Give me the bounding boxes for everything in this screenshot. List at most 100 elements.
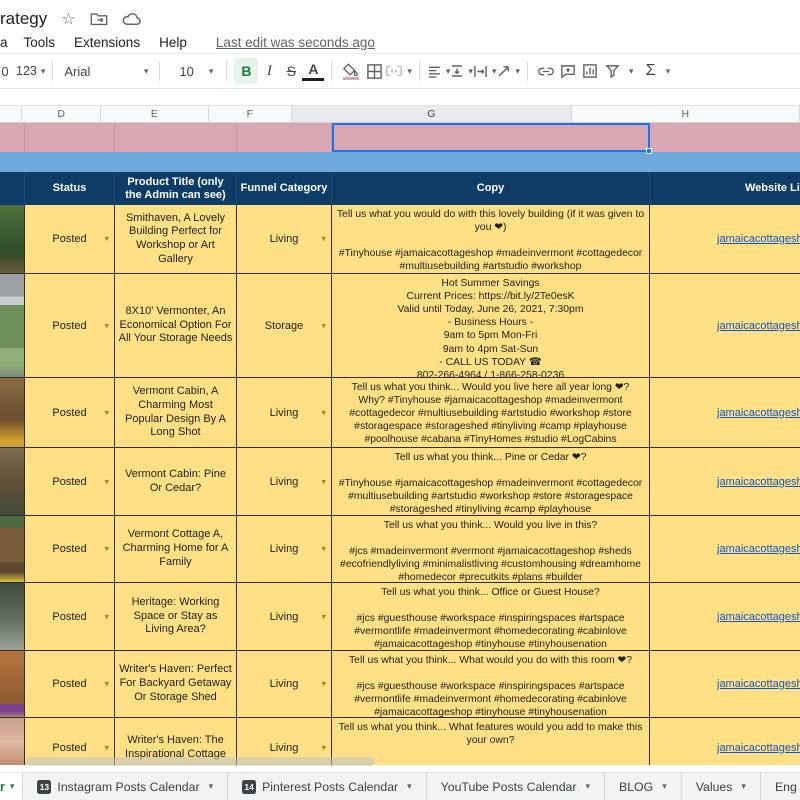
copy-cell[interactable]: Tell us what you would do with this love…: [332, 205, 650, 274]
column-header[interactable]: H: [572, 106, 800, 122]
chevron-down-icon[interactable]: ▾: [666, 66, 671, 77]
funnel-category-cell[interactable]: Living ▾: [237, 583, 332, 651]
website-link[interactable]: jamaicacottagesh: [717, 742, 800, 754]
website-link-cell[interactable]: jamaicacottagesh: [650, 378, 800, 448]
header-cell-website-link[interactable]: Website Lin: [650, 172, 800, 205]
status-cell[interactable]: Posted ▾: [25, 378, 115, 448]
dropdown-arrow-icon[interactable]: ▾: [104, 234, 109, 245]
column-header[interactable]: E: [101, 106, 209, 122]
sheet-tab[interactable]: YouTube Posts Calendar ▾: [425, 773, 604, 800]
text-wrap-icon[interactable]: ▾: [473, 58, 497, 84]
website-link-cell[interactable]: jamaicacottagesh: [650, 448, 800, 516]
status-cell[interactable]: Posted ▾: [25, 583, 115, 651]
active-sheet-tab-partial[interactable]: r ▾: [0, 773, 23, 800]
thumbnail-cell[interactable]: [0, 205, 25, 274]
menu-data-partial[interactable]: a: [0, 35, 8, 50]
thumbnail-cell[interactable]: [0, 583, 25, 651]
website-link[interactable]: jamaicacottagesh: [717, 233, 800, 245]
chevron-down-icon[interactable]: ▾: [741, 781, 746, 792]
strikethrough-button[interactable]: S: [280, 58, 302, 84]
horizontal-scrollbar[interactable]: [25, 757, 375, 766]
header-cell-status[interactable]: Status: [25, 172, 115, 205]
website-link[interactable]: jamaicacottagesh: [717, 320, 800, 332]
copy-cell[interactable]: Tell us what you think... Pine or Cedar …: [332, 448, 650, 516]
column-header-corner[interactable]: [0, 106, 23, 122]
cell[interactable]: [237, 123, 332, 152]
sheet-tab[interactable]: Values ▾: [680, 773, 760, 800]
dropdown-arrow-icon[interactable]: ▾: [104, 476, 109, 487]
column-header[interactable]: G: [292, 106, 572, 122]
dropdown-arrow-icon[interactable]: ▾: [321, 476, 326, 487]
chevron-down-icon[interactable]: ▾: [585, 781, 590, 792]
insert-chart-icon[interactable]: [579, 58, 601, 84]
decrease-decimal-icon[interactable]: 0: [0, 58, 16, 84]
header-cell-funnel-category[interactable]: Funnel Category: [237, 172, 332, 205]
funnel-category-cell[interactable]: Storage ▾: [237, 274, 332, 378]
chevron-down-icon[interactable]: ▾: [629, 66, 634, 77]
blue-banner-row[interactable]: [0, 152, 800, 172]
copy-cell[interactable]: Tell us what you think... Would you live…: [332, 516, 650, 583]
insert-comment-icon[interactable]: [557, 58, 579, 84]
thumbnail-cell[interactable]: [0, 448, 25, 516]
status-cell[interactable]: Posted ▾: [25, 516, 115, 583]
dropdown-arrow-icon[interactable]: ▾: [104, 544, 109, 555]
cell[interactable]: [650, 123, 800, 152]
functions-button[interactable]: Σ: [640, 58, 662, 84]
sheet-tab[interactable]: BLOG ▾: [604, 773, 681, 800]
website-link-cell[interactable]: jamaicacottagesh: [650, 205, 800, 274]
thumbnail-cell[interactable]: [0, 274, 25, 378]
sheet-tab[interactable]: Eng ▾: [759, 773, 800, 800]
dropdown-arrow-icon[interactable]: ▾: [321, 407, 326, 418]
dropdown-arrow-icon[interactable]: ▾: [104, 611, 109, 622]
website-link[interactable]: jamaicacottagesh: [717, 543, 800, 555]
dropdown-arrow-icon[interactable]: ▾: [321, 320, 326, 331]
insert-link-icon[interactable]: [535, 58, 557, 84]
thumbnail-cell[interactable]: [0, 516, 25, 583]
website-link[interactable]: jamaicacottagesh: [717, 476, 800, 488]
dropdown-arrow-icon[interactable]: ▾: [104, 742, 109, 753]
dropdown-arrow-icon[interactable]: ▾: [321, 742, 326, 753]
header-cell-image[interactable]: [0, 172, 25, 205]
font-size-select[interactable]: 10 ▾: [173, 58, 219, 84]
website-link[interactable]: jamaicacottagesh: [717, 407, 800, 419]
copy-cell[interactable]: Hot Summer Savings Current Prices: https…: [332, 274, 650, 378]
sheet-tab[interactable]: 13 Instagram Posts Calendar ▾: [22, 773, 227, 800]
dropdown-arrow-icon[interactable]: ▾: [104, 679, 109, 690]
funnel-category-cell[interactable]: Living ▾: [237, 651, 332, 718]
italic-button[interactable]: I: [258, 58, 280, 84]
product-title-cell[interactable]: Vermont Cabin: Pine Or Cedar?: [115, 448, 237, 516]
vertical-align-icon[interactable]: ▾: [450, 58, 473, 84]
number-format-button[interactable]: 123 ▾: [16, 58, 45, 84]
menu-tools[interactable]: Tools: [24, 35, 56, 50]
dropdown-arrow-icon[interactable]: ▾: [321, 611, 326, 622]
merge-cells-icon[interactable]: ▾: [385, 58, 412, 84]
status-cell[interactable]: Posted ▾: [25, 448, 115, 516]
filter-icon[interactable]: [601, 58, 623, 84]
dropdown-arrow-icon[interactable]: ▾: [104, 407, 109, 418]
cell[interactable]: [0, 123, 25, 152]
dropdown-arrow-icon[interactable]: ▾: [321, 679, 326, 690]
horizontal-align-icon[interactable]: ▾: [427, 58, 450, 84]
product-title-cell[interactable]: Vermont Cabin, A Charming Most Popular D…: [115, 378, 237, 448]
move-to-folder-icon[interactable]: [90, 11, 108, 27]
thumbnail-cell[interactable]: [0, 378, 25, 448]
product-title-cell[interactable]: 8X10' Vermonter, An Economical Option Fo…: [115, 274, 237, 378]
product-title-cell[interactable]: Heritage: Working Space or Stay as Livin…: [115, 583, 237, 651]
funnel-category-cell[interactable]: Living ▾: [237, 378, 332, 448]
dropdown-arrow-icon[interactable]: ▾: [104, 320, 109, 331]
borders-icon[interactable]: [363, 58, 385, 84]
copy-cell[interactable]: Tell us what you think... Would you live…: [332, 378, 650, 448]
column-header[interactable]: D: [22, 106, 102, 122]
star-icon[interactable]: ☆: [61, 9, 75, 29]
chevron-down-icon[interactable]: ▾: [662, 781, 667, 792]
website-link-cell[interactable]: jamaicacottagesh: [650, 516, 800, 583]
funnel-category-cell[interactable]: Living ▾: [237, 205, 332, 274]
copy-cell[interactable]: Tell us what you think... What would you…: [332, 651, 650, 718]
document-title[interactable]: rategy: [0, 9, 47, 29]
sheet-tab[interactable]: 14 Pinterest Posts Calendar ▾: [227, 773, 426, 800]
header-cell-product-title[interactable]: Product Title (only the Admin can see): [115, 172, 237, 205]
column-header[interactable]: F: [209, 106, 293, 122]
last-edit-link[interactable]: Last edit was seconds ago: [216, 35, 375, 50]
fill-color-icon[interactable]: [339, 58, 363, 84]
chevron-down-icon[interactable]: ▾: [209, 781, 214, 792]
